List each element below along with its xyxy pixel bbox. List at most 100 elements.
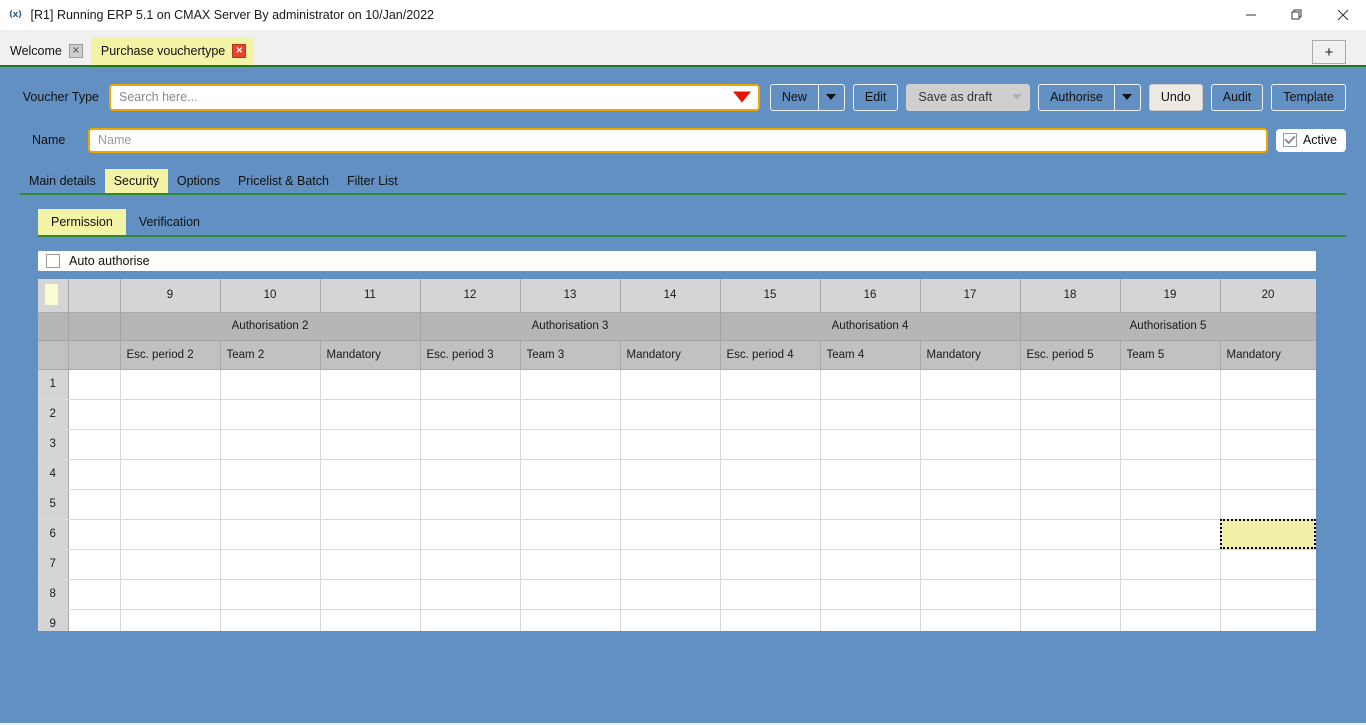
edit-button[interactable]: Edit [853, 84, 899, 111]
name-input[interactable] [90, 130, 1266, 151]
grid-cell-r1-c5[interactable] [520, 369, 620, 399]
voucher-type-search[interactable] [109, 84, 760, 111]
grid-cell-r7-c2[interactable] [220, 549, 320, 579]
tab-purchase-vouchertype[interactable]: Purchase vouchertype × [91, 37, 254, 65]
grid-subheader-1[interactable]: Esc. period 2 [120, 340, 220, 369]
new-button[interactable]: New [770, 84, 845, 111]
grid-row-number-4[interactable]: 4 [38, 459, 68, 489]
grid-cell-r3-c4[interactable] [420, 429, 520, 459]
grid-cell-r7-c9[interactable] [920, 549, 1020, 579]
authorise-dropdown-button[interactable] [1114, 85, 1140, 110]
grid-cell-r3-c3[interactable] [320, 429, 420, 459]
grid-cell-r3-c1[interactable] [120, 429, 220, 459]
save-as-draft-button[interactable]: Save as draft [906, 84, 1030, 111]
grid-cell-r5-c8[interactable] [820, 489, 920, 519]
grid-cell-r2-c8[interactable] [820, 399, 920, 429]
grid-cell-r7-c5[interactable] [520, 549, 620, 579]
grid-cell-r3-c6[interactable] [620, 429, 720, 459]
auto-authorise-row[interactable]: Auto authorise [38, 251, 1316, 271]
grid-cell-r7-c10[interactable] [1020, 549, 1120, 579]
grid-row-number-3[interactable]: 3 [38, 429, 68, 459]
tab-verification[interactable]: Verification [126, 209, 213, 235]
grid-cell-r5-c7[interactable] [720, 489, 820, 519]
grid-cell-r6-c7[interactable] [720, 519, 820, 549]
grid-row-number-1[interactable]: 1 [38, 369, 68, 399]
grid-cell-r9-c1[interactable] [120, 609, 220, 631]
grid-cell-r3-c5[interactable] [520, 429, 620, 459]
grid-column-number-11[interactable]: 11 [320, 279, 420, 312]
grid-cell-r1-c4[interactable] [420, 369, 520, 399]
grid-row-spacer-cell[interactable] [68, 549, 120, 579]
grid-cell-r9-c12[interactable] [1220, 609, 1316, 631]
grid-cell-r4-c3[interactable] [320, 459, 420, 489]
grid-cell-r7-c4[interactable] [420, 549, 520, 579]
grid-cell-r5-c9[interactable] [920, 489, 1020, 519]
grid-cell-r3-c12[interactable] [1220, 429, 1316, 459]
grid-cell-r9-c6[interactable] [620, 609, 720, 631]
grid-cell-r4-c11[interactable] [1120, 459, 1220, 489]
grid-cell-r5-c3[interactable] [320, 489, 420, 519]
grid-cell-r6-c8[interactable] [820, 519, 920, 549]
grid-cell-r7-c3[interactable] [320, 549, 420, 579]
grid-column-number-19[interactable]: 19 [1120, 279, 1220, 312]
grid-cell-r3-c10[interactable] [1020, 429, 1120, 459]
grid-cell-r8-c5[interactable] [520, 579, 620, 609]
grid-cell-r2-c5[interactable] [520, 399, 620, 429]
audit-button[interactable]: Audit [1211, 84, 1264, 111]
grid-cell-r8-c10[interactable] [1020, 579, 1120, 609]
grid-column-number-13[interactable]: 13 [520, 279, 620, 312]
grid-cell-r4-c6[interactable] [620, 459, 720, 489]
grid-subheader-5[interactable]: Team 3 [520, 340, 620, 369]
grid-cell-r7-c11[interactable] [1120, 549, 1220, 579]
grid-cell-r1-c3[interactable] [320, 369, 420, 399]
grid-cell-r9-c11[interactable] [1120, 609, 1220, 631]
grid-cell-r1-c10[interactable] [1020, 369, 1120, 399]
dropdown-caret-icon[interactable] [733, 92, 751, 103]
minimize-button[interactable] [1228, 0, 1274, 30]
grid-cell-r7-c1[interactable] [120, 549, 220, 579]
grid-cell-r9-c4[interactable] [420, 609, 520, 631]
grid-column-number-10[interactable]: 10 [220, 279, 320, 312]
grid-cell-r7-c8[interactable] [820, 549, 920, 579]
new-tab-button[interactable]: + [1312, 40, 1346, 64]
grid-cell-r4-c4[interactable] [420, 459, 520, 489]
grid-cell-r9-c3[interactable] [320, 609, 420, 631]
grid-column-number-14[interactable]: 14 [620, 279, 720, 312]
auto-authorise-checkbox[interactable] [46, 254, 60, 268]
grid-select-all-corner[interactable] [38, 279, 68, 312]
grid-subheader-10[interactable]: Esc. period 5 [1020, 340, 1120, 369]
grid-subheader-7[interactable]: Esc. period 4 [720, 340, 820, 369]
grid-cell-r8-c6[interactable] [620, 579, 720, 609]
grid-cell-r6-c1[interactable] [120, 519, 220, 549]
grid-cell-r6-c9[interactable] [920, 519, 1020, 549]
grid-cell-r3-c8[interactable] [820, 429, 920, 459]
tab-filter-list[interactable]: Filter List [338, 169, 407, 193]
save-as-draft-dropdown-button[interactable] [1003, 85, 1029, 110]
grid-cell-r5-c6[interactable] [620, 489, 720, 519]
grid-row-spacer-cell[interactable] [68, 609, 120, 631]
grid-cell-r8-c2[interactable] [220, 579, 320, 609]
grid-cell-r4-c7[interactable] [720, 459, 820, 489]
new-dropdown-button[interactable] [818, 85, 844, 110]
grid-cell-r4-c8[interactable] [820, 459, 920, 489]
grid-cell-r4-c9[interactable] [920, 459, 1020, 489]
grid-subheader-9[interactable]: Mandatory [920, 340, 1020, 369]
grid-cell-r6-c3[interactable] [320, 519, 420, 549]
grid-cell-r1-c6[interactable] [620, 369, 720, 399]
grid-cell-r5-c12[interactable] [1220, 489, 1316, 519]
grid-row-spacer-cell[interactable] [68, 429, 120, 459]
authorise-button[interactable]: Authorise [1038, 84, 1141, 111]
grid-cell-r6-c5[interactable] [520, 519, 620, 549]
name-field-wrapper[interactable] [88, 128, 1268, 153]
grid-row-number-8[interactable]: 8 [38, 579, 68, 609]
grid-cell-r1-c7[interactable] [720, 369, 820, 399]
tab-welcome-close-icon[interactable]: × [69, 44, 83, 58]
grid-cell-r6-c4[interactable] [420, 519, 520, 549]
grid-row-spacer-cell[interactable] [68, 459, 120, 489]
grid-cell-r2-c6[interactable] [620, 399, 720, 429]
grid-cell-r2-c7[interactable] [720, 399, 820, 429]
grid-row-number-6[interactable]: 6 [38, 519, 68, 549]
grid-cell-r8-c8[interactable] [820, 579, 920, 609]
grid-cell-r1-c8[interactable] [820, 369, 920, 399]
grid-cell-r1-c9[interactable] [920, 369, 1020, 399]
